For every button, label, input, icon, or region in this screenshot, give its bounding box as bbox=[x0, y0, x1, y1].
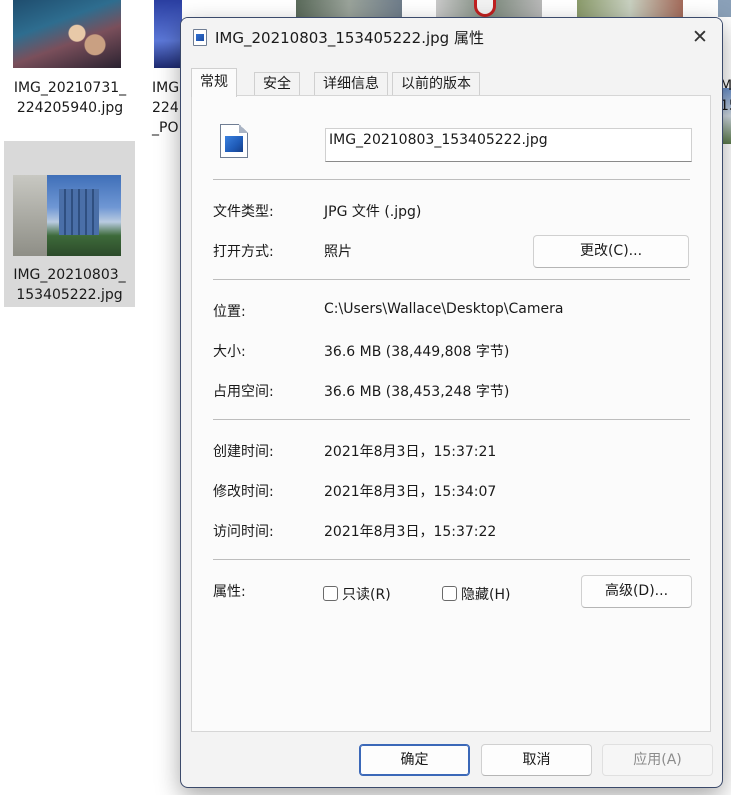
photo-thumbnail[interactable] bbox=[577, 0, 683, 17]
tab-security[interactable]: 安全 bbox=[254, 72, 300, 96]
photo-thumbnail[interactable] bbox=[722, 88, 731, 144]
filename-input[interactable] bbox=[325, 128, 692, 162]
divider bbox=[213, 419, 690, 420]
advanced-button[interactable]: 高级(D)... bbox=[581, 575, 692, 608]
readonly-checkbox[interactable] bbox=[323, 586, 338, 601]
modified-value: 2021年8月3日，15:34:07 bbox=[324, 484, 497, 500]
close-icon: ✕ bbox=[692, 26, 708, 48]
tab-general[interactable]: 常规 bbox=[191, 68, 237, 97]
desktop-file-label[interactable]: IMG_20210731_ 224205940.jpg bbox=[8, 78, 132, 118]
location-value: C:\Users\Wallace\Desktop\Camera bbox=[324, 301, 564, 317]
change-button[interactable]: 更改(C)... bbox=[533, 235, 689, 268]
ok-button[interactable]: 确定 bbox=[359, 744, 470, 776]
file-name-line: 224205940.jpg bbox=[16, 100, 124, 116]
attributes-label: 属性: bbox=[213, 584, 246, 600]
image-file-icon bbox=[220, 124, 248, 158]
created-label: 创建时间: bbox=[213, 444, 274, 460]
accessed-label: 访问时间: bbox=[213, 524, 274, 540]
accessed-value: 2021年8月3日，15:37:22 bbox=[324, 524, 497, 540]
cancel-button[interactable]: 取消 bbox=[481, 744, 592, 776]
created-value: 2021年8月3日，15:37:21 bbox=[324, 444, 497, 460]
tab-previous-versions[interactable]: 以前的版本 bbox=[392, 72, 480, 96]
size-value: 36.6 MB (38,449,808 字节) bbox=[324, 344, 510, 360]
photo-thumbnail[interactable] bbox=[718, 0, 731, 17]
photo-thumbnail[interactable] bbox=[13, 175, 121, 256]
size-on-disk-value: 36.6 MB (38,453,248 字节) bbox=[324, 384, 510, 400]
tab-details[interactable]: 详细信息 bbox=[314, 72, 388, 96]
file-name-line: IMG bbox=[152, 80, 180, 96]
divider bbox=[213, 559, 690, 560]
close-button[interactable]: ✕ bbox=[684, 22, 716, 52]
modified-label: 修改时间: bbox=[213, 484, 274, 500]
opens-with-value: 照片 bbox=[324, 244, 352, 260]
photo-thumbnail[interactable] bbox=[296, 0, 402, 17]
size-label: 大小: bbox=[213, 344, 246, 360]
file-name-line: _PO bbox=[152, 120, 179, 136]
hidden-label[interactable]: 隐藏(H) bbox=[461, 584, 510, 604]
properties-dialog: IMG_20210803_153405222.jpg 属性 ✕ 常规 安全 详细… bbox=[180, 17, 723, 788]
hidden-checkbox[interactable] bbox=[442, 586, 457, 601]
divider bbox=[213, 179, 690, 180]
location-label: 位置: bbox=[213, 304, 246, 320]
readonly-label[interactable]: 只读(R) bbox=[342, 584, 391, 604]
photo-thumbnail[interactable] bbox=[154, 0, 182, 68]
file-type-value: JPG 文件 (.jpg) bbox=[324, 204, 422, 220]
desktop-file-label-partial[interactable]: IMG 224 _PO bbox=[152, 78, 179, 138]
file-name-line: 224 bbox=[152, 100, 179, 116]
file-name-line: IMG_20210731_ bbox=[13, 80, 127, 96]
apply-button[interactable]: 应用(A) bbox=[602, 744, 713, 776]
file-type-label: 文件类型: bbox=[213, 204, 274, 220]
dialog-title: IMG_20210803_153405222.jpg 属性 bbox=[215, 29, 484, 47]
size-on-disk-label: 占用空间: bbox=[213, 384, 274, 400]
opens-with-label: 打开方式: bbox=[213, 244, 274, 260]
title-bar[interactable]: IMG_20210803_153405222.jpg 属性 ✕ bbox=[181, 18, 722, 56]
image-file-icon bbox=[193, 29, 207, 46]
photo-thumbnail[interactable] bbox=[13, 0, 121, 68]
file-name-line: 153405222.jpg bbox=[16, 287, 123, 303]
divider bbox=[213, 279, 690, 280]
file-name-line: IMG_20210803_ bbox=[13, 267, 126, 283]
general-panel: 文件类型: JPG 文件 (.jpg) 打开方式: 照片 更改(C)... 位置… bbox=[191, 95, 711, 732]
